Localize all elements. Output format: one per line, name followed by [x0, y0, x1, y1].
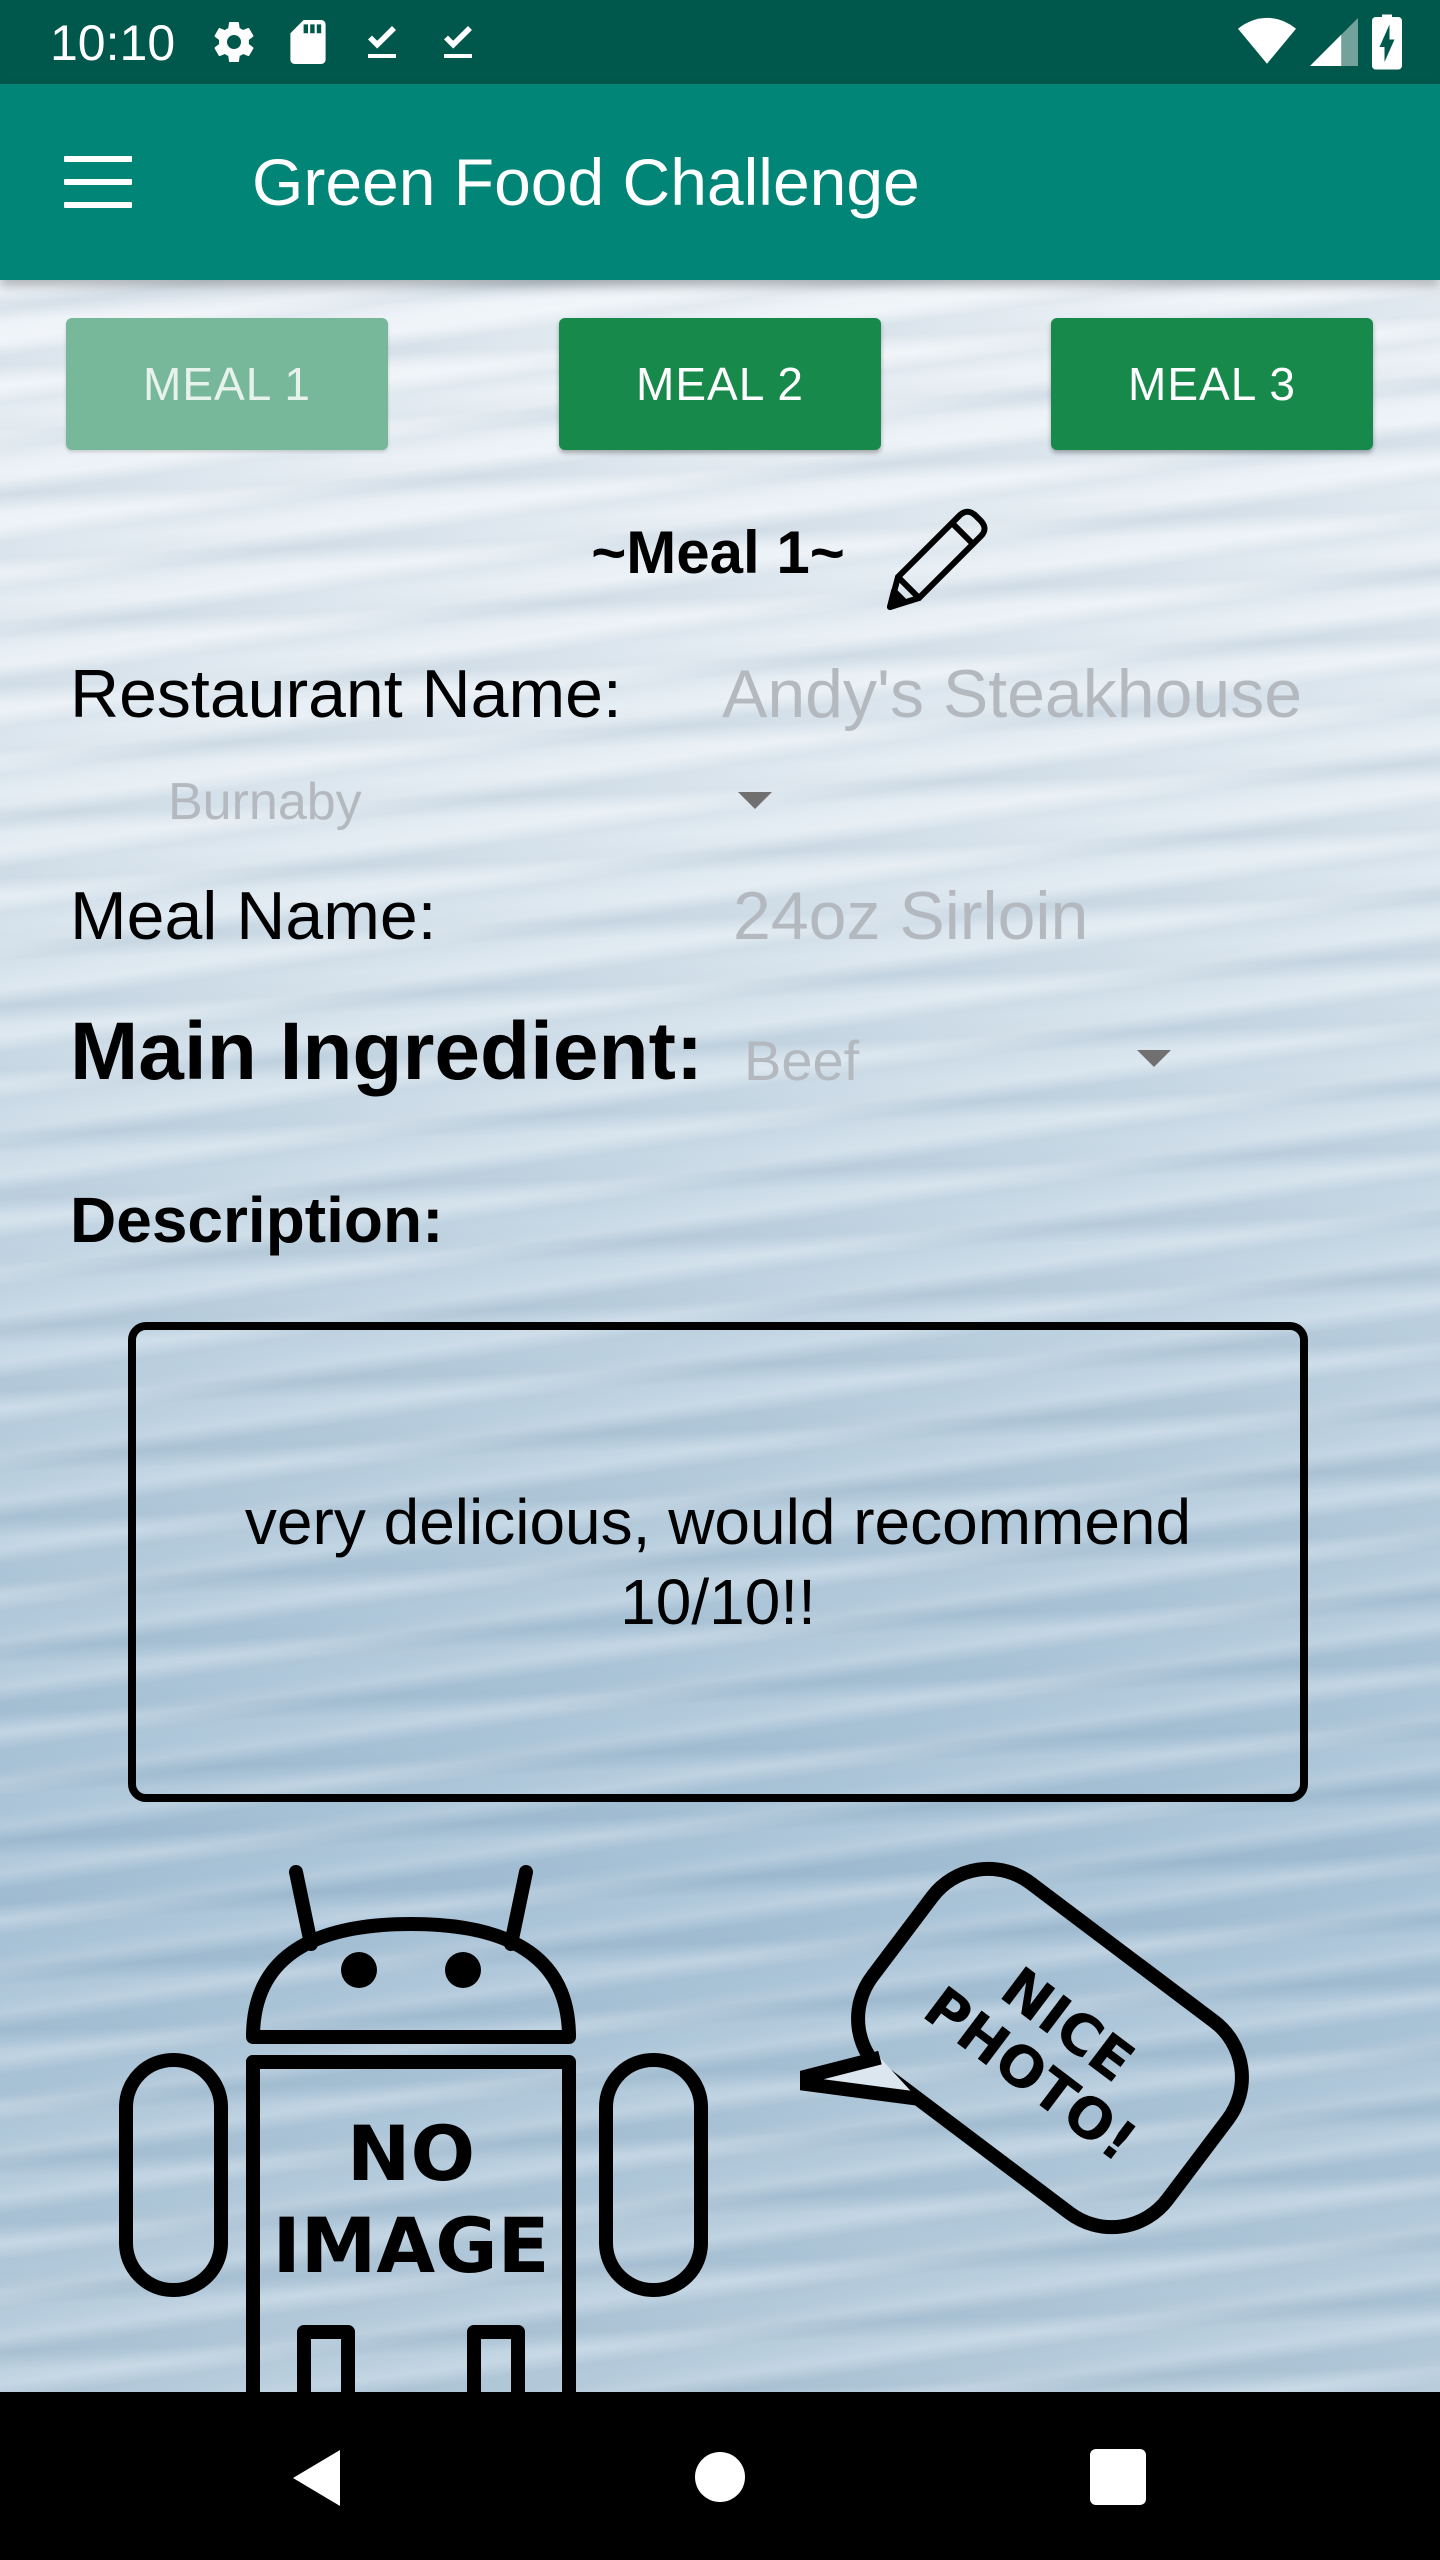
meal-2-button[interactable]: MEAL 2: [559, 318, 881, 450]
description-text: very delicious, would recommend 10/10!!: [244, 1486, 1192, 1638]
hamburger-menu-icon[interactable]: [64, 156, 132, 208]
description-box[interactable]: very delicious, would recommend 10/10!!: [128, 1322, 1308, 1802]
download-done-icon: [368, 26, 396, 58]
main-ingredient-spinner-value[interactable]: Beef: [744, 1028, 859, 1093]
meal-name-input[interactable]: 24oz Sirloin: [733, 877, 1088, 955]
main-ingredient-label: Main Ingredient:: [70, 1006, 704, 1097]
meal-3-button[interactable]: MEAL 3: [1051, 318, 1373, 450]
status-bar: 10:10: [0, 0, 1440, 84]
meal-title: ~Meal 1~: [591, 519, 845, 586]
app-bar: Green Food Challenge: [0, 84, 1440, 280]
no-image-line1: NO: [347, 2109, 475, 2198]
description-label: Description:: [70, 1184, 444, 1256]
meal-name-label: Meal Name:: [70, 878, 437, 954]
nice-photo-speech-bubble-icon[interactable]: NICE PHOTO!: [800, 1838, 1260, 2268]
gear-icon: [214, 22, 254, 63]
status-icons-left: [210, 14, 482, 70]
wifi-icon: [1238, 17, 1296, 64]
back-icon[interactable]: [290, 2448, 342, 2508]
recents-icon[interactable]: [1090, 2449, 1146, 2505]
meal-heading: ~Meal 1~: [0, 518, 1440, 587]
sd-card-icon: [290, 20, 326, 64]
battery-charging-icon: [1372, 14, 1402, 70]
app-title: Green Food Challenge: [252, 145, 920, 219]
ingredient-dropdown-arrow-icon[interactable]: [1137, 1050, 1171, 1067]
signal-icon: [1310, 18, 1358, 66]
restaurant-name-input[interactable]: Andy's Steakhouse: [722, 655, 1302, 733]
no-image-line2: IMAGE: [272, 2201, 549, 2290]
status-icons-right: [1238, 14, 1402, 70]
home-icon[interactable]: [695, 2452, 745, 2502]
location-spinner-value[interactable]: Burnaby: [168, 772, 362, 832]
location-dropdown-arrow-icon[interactable]: [738, 792, 772, 809]
no-image-placeholder-icon[interactable]: NO IMAGE: [116, 1862, 716, 2392]
download-done-icon: [444, 26, 472, 58]
restaurant-name-label: Restaurant Name:: [70, 656, 622, 732]
meal-1-button[interactable]: MEAL 1: [66, 318, 388, 450]
pencil-icon[interactable]: [882, 505, 992, 615]
status-time: 10:10: [50, 15, 176, 71]
